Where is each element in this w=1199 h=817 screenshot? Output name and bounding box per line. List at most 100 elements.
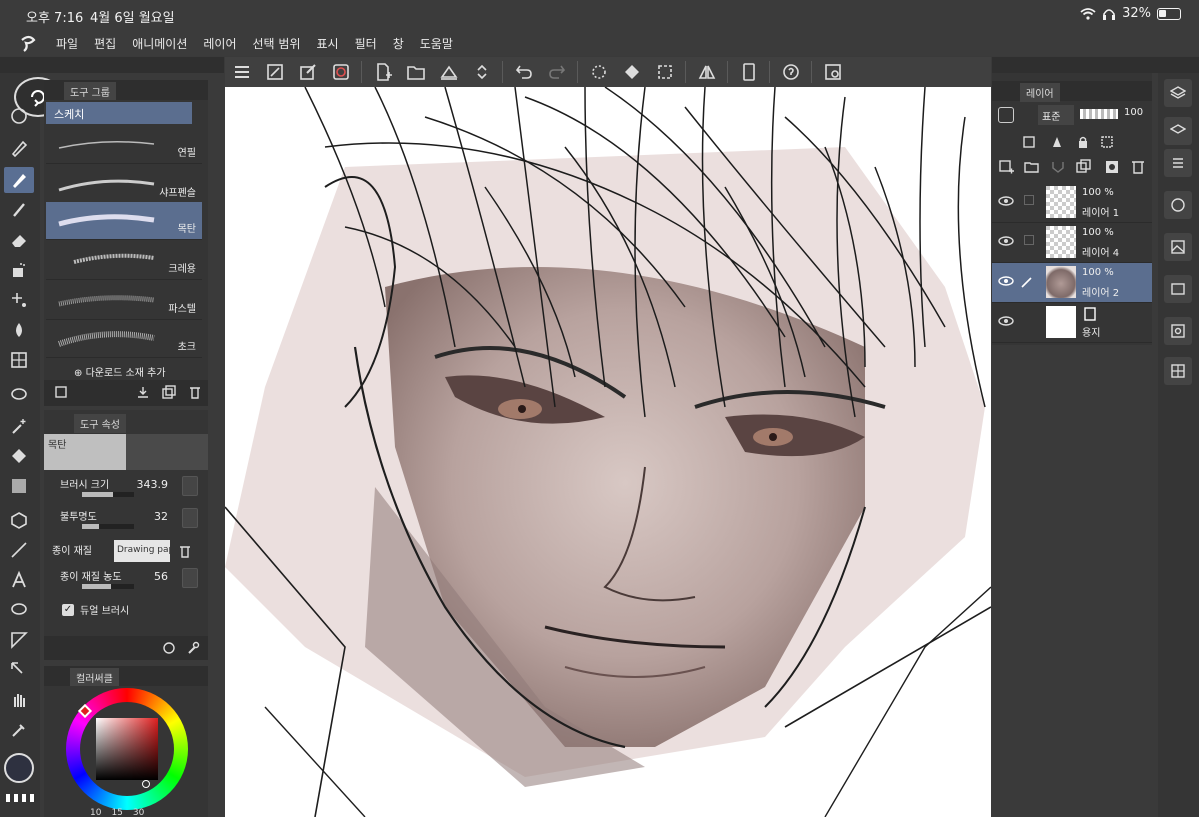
open-button[interactable] bbox=[399, 59, 432, 85]
layer-lock-checkbox[interactable] bbox=[1024, 195, 1034, 205]
tool-eyedropper[interactable] bbox=[4, 717, 34, 743]
brush-item[interactable]: 연필 bbox=[46, 126, 202, 164]
eye-icon[interactable] bbox=[998, 195, 1014, 207]
paper-texture-field[interactable]: Drawing paper bbox=[114, 540, 170, 562]
blend-mode-select[interactable]: 표준 bbox=[1038, 105, 1074, 125]
layer-row[interactable]: 용지 bbox=[992, 303, 1152, 343]
trash-icon[interactable] bbox=[1130, 159, 1146, 175]
brush-item[interactable]: 크레용 bbox=[46, 242, 202, 280]
tool-brush[interactable] bbox=[4, 197, 34, 223]
menu-animation[interactable]: 애니메이션 bbox=[132, 35, 187, 52]
layer-row[interactable]: 100 % 레이어 1 bbox=[992, 183, 1152, 223]
tool-operation[interactable] bbox=[4, 507, 34, 533]
opacity-slider[interactable] bbox=[82, 524, 134, 529]
main-color-swatch[interactable] bbox=[4, 753, 34, 783]
history-button[interactable] bbox=[1164, 149, 1192, 177]
brush-item[interactable]: 초크 bbox=[46, 320, 202, 358]
brush-size-pressure-button[interactable] bbox=[182, 476, 198, 496]
undo-button[interactable] bbox=[507, 59, 540, 85]
tool-figure[interactable] bbox=[4, 347, 34, 373]
opacity-value[interactable]: 32 bbox=[154, 510, 168, 523]
layer-opacity-value[interactable]: 100 bbox=[1124, 107, 1143, 118]
navigator-panel-button[interactable] bbox=[1164, 191, 1192, 219]
brush-item[interactable]: 샤프펜슬 bbox=[46, 166, 202, 204]
duplicate-icon[interactable] bbox=[162, 385, 176, 399]
dual-brush-checkbox[interactable]: ✓ bbox=[62, 604, 74, 616]
eye-icon[interactable] bbox=[998, 315, 1014, 327]
brush-item[interactable]: 파스텔 bbox=[46, 282, 202, 320]
layer-mask-icon[interactable] bbox=[1104, 159, 1120, 175]
wrench-icon[interactable] bbox=[186, 641, 200, 655]
menu-layer[interactable]: 레이어 bbox=[203, 35, 236, 52]
transform-button[interactable] bbox=[648, 59, 681, 85]
menu-selection[interactable]: 선택 범위 bbox=[253, 35, 301, 52]
help-button[interactable] bbox=[774, 59, 807, 85]
tab-layer[interactable]: 레이어 bbox=[1020, 83, 1060, 102]
reference-icon[interactable] bbox=[1050, 135, 1064, 149]
paper-density-pressure-button[interactable] bbox=[182, 568, 198, 588]
lock-icon[interactable] bbox=[1076, 135, 1090, 149]
size-preset[interactable]: 10 bbox=[90, 808, 101, 817]
left-collapse-bar[interactable] bbox=[0, 57, 224, 73]
menu-toggle-button[interactable] bbox=[225, 59, 258, 85]
new-file-button[interactable] bbox=[366, 59, 399, 85]
save-button[interactable] bbox=[432, 59, 465, 85]
tool-fill[interactable] bbox=[4, 443, 34, 469]
layer-property-button[interactable] bbox=[1164, 117, 1192, 145]
tool-eraser[interactable] bbox=[4, 227, 34, 253]
tab-tool-property[interactable]: 도구 속성 bbox=[74, 414, 126, 433]
tool-pencil[interactable] bbox=[4, 167, 34, 193]
transparent-color-swatch[interactable] bbox=[6, 794, 36, 802]
tool-hand[interactable] bbox=[4, 687, 34, 713]
tool-text[interactable] bbox=[4, 567, 34, 593]
tool-pen[interactable] bbox=[4, 135, 34, 161]
navigator-button[interactable] bbox=[816, 59, 849, 85]
clip-icon[interactable] bbox=[1022, 135, 1036, 149]
tab-tool-group[interactable]: 도구 그룹 bbox=[64, 82, 116, 100]
brush-item-active[interactable]: 목탄 bbox=[46, 202, 202, 240]
clear-button[interactable] bbox=[582, 59, 615, 85]
canvas[interactable] bbox=[225, 87, 991, 817]
new-folder-icon[interactable] bbox=[1024, 159, 1040, 175]
new-layer-icon[interactable] bbox=[998, 159, 1014, 175]
companion-button[interactable] bbox=[324, 59, 357, 85]
eye-icon[interactable] bbox=[998, 235, 1014, 247]
mask-icon[interactable] bbox=[1100, 135, 1114, 149]
tool-lasso[interactable] bbox=[4, 383, 34, 409]
download-material-link[interactable]: ⊕ 다운로드 소재 추가 bbox=[74, 364, 166, 379]
brush-size-value[interactable]: 343.9 bbox=[137, 478, 169, 491]
tool-airbrush[interactable] bbox=[4, 257, 34, 283]
tool-frame[interactable] bbox=[4, 627, 34, 653]
brush-size-slider[interactable] bbox=[82, 492, 134, 497]
right-collapse-bar[interactable] bbox=[992, 57, 1199, 73]
tool-decoration[interactable] bbox=[4, 287, 34, 313]
menu-view[interactable]: 표시 bbox=[317, 35, 339, 52]
tab-color-wheel[interactable]: 컬러써클 bbox=[70, 668, 119, 686]
opacity-pressure-button[interactable] bbox=[182, 508, 198, 528]
tool-zoom[interactable] bbox=[4, 103, 34, 129]
layer-row-active[interactable]: 100 % 레이어 2 bbox=[992, 263, 1152, 303]
sub-view-button[interactable] bbox=[1164, 233, 1192, 261]
paper-density-value[interactable]: 56 bbox=[154, 570, 168, 583]
layer-row[interactable]: 100 % 레이어 4 bbox=[992, 223, 1152, 263]
tool-balloon[interactable] bbox=[4, 597, 34, 623]
item-bank-button[interactable] bbox=[1164, 357, 1192, 385]
layer-lock-checkbox[interactable] bbox=[1024, 235, 1034, 245]
menu-edit[interactable]: 편집 bbox=[94, 35, 116, 52]
fill-button[interactable] bbox=[615, 59, 648, 85]
color-picker-handle[interactable] bbox=[142, 780, 150, 788]
sub-tool-group-header[interactable]: 스케치 bbox=[46, 102, 192, 124]
trash-icon[interactable] bbox=[188, 385, 202, 399]
size-preset[interactable]: 30 bbox=[133, 808, 144, 817]
download-icon[interactable] bbox=[136, 385, 150, 399]
duplicate-layer-icon[interactable] bbox=[1076, 159, 1092, 175]
copy-icon[interactable] bbox=[54, 385, 68, 399]
settings-icon[interactable] bbox=[162, 641, 176, 655]
tool-magic-wand[interactable] bbox=[4, 413, 34, 439]
app-logo-icon[interactable] bbox=[18, 34, 40, 52]
layer-opacity-slider[interactable] bbox=[1080, 109, 1118, 119]
device-button[interactable] bbox=[732, 59, 765, 85]
tool-line[interactable] bbox=[4, 537, 34, 563]
search-layer-button[interactable] bbox=[1164, 317, 1192, 345]
fullscreen-button[interactable] bbox=[258, 59, 291, 85]
